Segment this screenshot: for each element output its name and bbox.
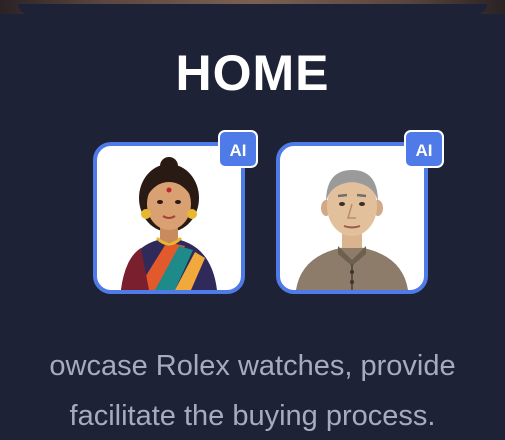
ai-badge: AI (218, 130, 258, 168)
description-line-2: facilitate the buying process. (69, 400, 436, 432)
page-title: HOME (175, 45, 330, 101)
ai-badge: AI (404, 130, 444, 168)
elderly-man-illustration (296, 170, 408, 290)
description-line-1: owcase Rolex watches, provide (49, 350, 456, 382)
woman-saree-illustration (121, 157, 217, 290)
top-image-edge (0, 0, 505, 14)
